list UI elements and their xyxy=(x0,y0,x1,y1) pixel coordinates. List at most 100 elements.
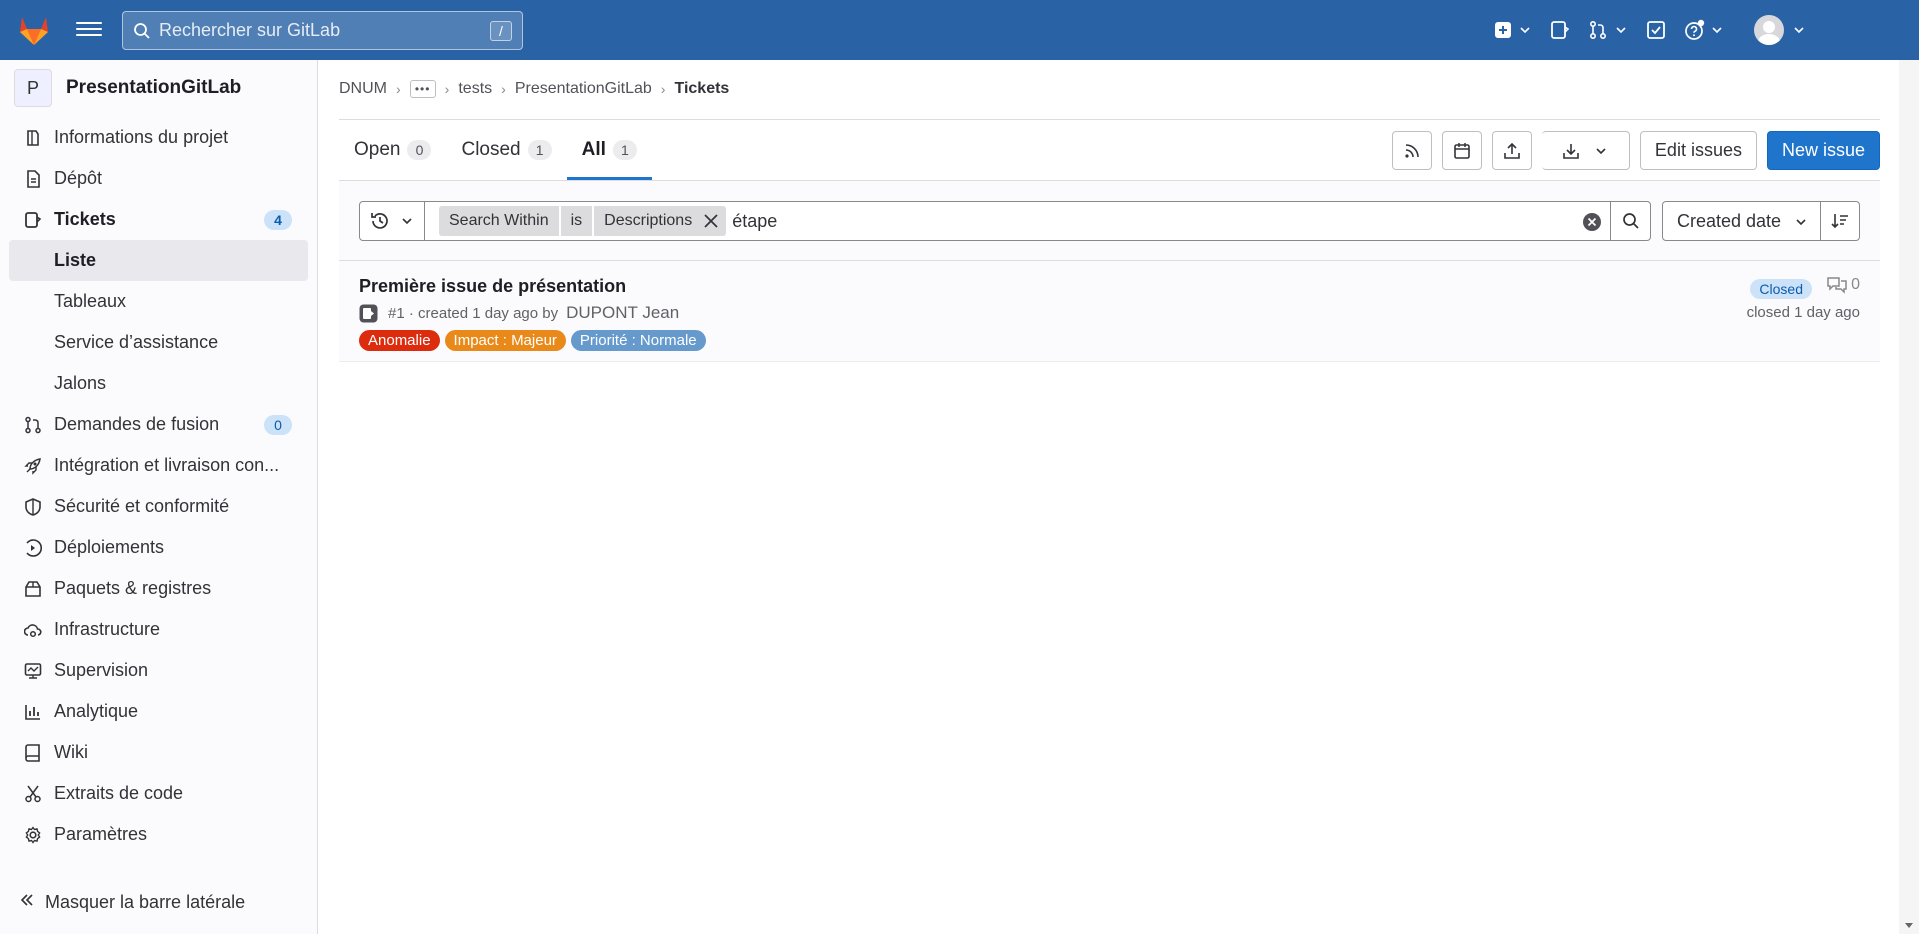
rocket-icon xyxy=(24,457,41,475)
chevron-down-icon xyxy=(1520,27,1530,34)
sidebar-item-analytics[interactable]: Analytique xyxy=(9,691,308,732)
rss-feed-button[interactable] xyxy=(1391,131,1432,170)
sort-field-dropdown[interactable]: Created date xyxy=(1662,201,1821,241)
monitor-icon xyxy=(24,662,42,679)
project-header[interactable]: P PresentationGitLab xyxy=(14,68,241,108)
download-icon xyxy=(1563,143,1580,159)
label-badge[interactable]: Anomalie xyxy=(359,330,440,351)
sidebar-item-infrastructure[interactable]: Infrastructure xyxy=(9,609,308,650)
breadcrumb-separator-icon: › xyxy=(501,81,506,97)
user-menu-button[interactable] xyxy=(1754,14,1806,46)
issue-title-link[interactable]: Première issue de présentation xyxy=(359,276,626,297)
filter-token-value-text: Descriptions xyxy=(604,212,693,229)
sidebar-item-list[interactable]: Liste xyxy=(9,240,308,281)
project-sidebar: P PresentationGitLab Informations du pro… xyxy=(0,60,318,934)
chevron-down-icon xyxy=(1616,27,1626,34)
sidebar-item-settings[interactable]: Paramètres xyxy=(9,814,308,855)
sidebar-item-boards[interactable]: Tableaux xyxy=(9,281,308,322)
breadcrumb-item[interactable]: DNUM xyxy=(339,80,387,98)
chevron-down-icon xyxy=(1712,27,1722,34)
breadcrumb-ellipsis-button[interactable]: ••• xyxy=(409,80,436,98)
sidebar-item-monitor[interactable]: Supervision xyxy=(9,650,308,691)
merge-requests-count-badge: 0 xyxy=(264,415,292,435)
import-issues-button[interactable] xyxy=(1491,131,1532,170)
gear-icon xyxy=(25,825,41,844)
scroll-down-arrow-icon[interactable] xyxy=(1905,923,1913,928)
clear-search-icon[interactable] xyxy=(1582,212,1602,232)
cloud-gear-icon xyxy=(24,623,42,637)
tab-count-badge: 0 xyxy=(407,140,432,160)
sidebar-item-service-desk[interactable]: Service d’assistance xyxy=(9,322,308,363)
remove-token-icon[interactable] xyxy=(702,212,720,230)
issues-count-badge: 4 xyxy=(264,210,292,230)
page-scrollbar[interactable] xyxy=(1899,60,1919,934)
label-badge[interactable]: Priorité : Normale xyxy=(570,330,706,351)
merge-request-icon xyxy=(25,416,41,433)
breadcrumb-item[interactable]: tests xyxy=(458,80,492,98)
sidebar-item-label: Paquets & registres xyxy=(54,578,212,598)
collapse-sidebar-label: Masquer la barre latérale xyxy=(45,892,246,912)
sidebar-item-packages[interactable]: Paquets & registres xyxy=(9,568,308,609)
issue-author-link[interactable]: DUPONT Jean xyxy=(566,303,679,323)
breadcrumb-separator-icon: › xyxy=(396,81,401,97)
issues-icon xyxy=(25,211,42,228)
book-icon xyxy=(25,743,40,762)
sidebar-item-merge-requests[interactable]: Demandes de fusion 0 xyxy=(9,404,308,445)
sidebar-item-wiki[interactable]: Wiki xyxy=(9,732,308,773)
label-badge[interactable]: Impact : Majeur xyxy=(444,330,566,351)
sidebar-item-snippets[interactable]: Extraits de code xyxy=(9,773,308,814)
sort-direction-button[interactable] xyxy=(1820,201,1860,241)
merge-requests-nav-button[interactable] xyxy=(1588,14,1628,46)
global-search-box[interactable]: / xyxy=(122,11,523,50)
filter-token-value[interactable]: Descriptions xyxy=(594,206,727,236)
todos-nav-button[interactable] xyxy=(1646,14,1666,46)
breadcrumb-current[interactable]: Tickets xyxy=(674,80,729,98)
sidebar-item-deployments[interactable]: Déploiements xyxy=(9,527,308,568)
calendar-icon xyxy=(1454,142,1470,159)
breadcrumb-item[interactable]: PresentationGitLab xyxy=(515,80,652,98)
issue-meta: #1 · created 1 day ago by DUPONT Jean xyxy=(359,303,679,323)
calendar-feed-button[interactable] xyxy=(1441,131,1482,170)
todo-check-icon xyxy=(1647,21,1665,39)
export-issues-button[interactable] xyxy=(1541,131,1630,170)
new-issue-button[interactable]: New issue xyxy=(1766,131,1880,170)
filter-bar: Search Within is Descriptions étape Crea… xyxy=(339,180,1880,261)
sidebar-item-milestones[interactable]: Jalons xyxy=(9,363,308,404)
tab-all[interactable]: All 1 xyxy=(566,120,653,180)
sidebar-item-security[interactable]: Sécurité et conformité xyxy=(9,486,308,527)
sidebar-item-ci-cd[interactable]: Intégration et livraison con... xyxy=(9,445,308,486)
edit-issues-button[interactable]: Edit issues xyxy=(1639,131,1757,170)
sidebar-item-project-info[interactable]: Informations du projet xyxy=(9,117,308,158)
sidebar-item-repository[interactable]: Dépôt xyxy=(9,158,308,199)
issue-comments-link[interactable]: 0 xyxy=(1827,276,1860,294)
issue-labels: Anomalie Impact : Majeur Priorité : Norm… xyxy=(359,330,711,351)
double-chevron-left-icon xyxy=(20,894,33,906)
submit-search-button[interactable] xyxy=(1610,201,1651,241)
filtered-search-input[interactable]: Search Within is Descriptions étape xyxy=(424,201,1611,241)
create-new-button[interactable] xyxy=(1494,14,1532,46)
plus-square-icon xyxy=(1495,22,1511,38)
top-navbar: / xyxy=(0,0,1919,60)
rss-icon xyxy=(1405,143,1419,158)
filter-token-name[interactable]: Search Within xyxy=(439,206,559,236)
sidebar-item-label: Wiki xyxy=(54,742,88,762)
sidebar-item-issues[interactable]: Tickets 4 xyxy=(9,199,308,240)
menu-hamburger-icon[interactable] xyxy=(76,18,102,42)
tab-open[interactable]: Open 0 xyxy=(339,120,446,180)
recent-searches-button[interactable] xyxy=(359,201,425,241)
deployments-icon xyxy=(26,538,42,557)
project-name: PresentationGitLab xyxy=(66,77,242,98)
issues-nav-button[interactable] xyxy=(1550,14,1570,46)
issue-row[interactable]: Première issue de présentation #1 · crea… xyxy=(339,261,1880,362)
sidebar-item-label: Intégration et livraison con... xyxy=(54,455,280,475)
collapse-sidebar-button[interactable]: Masquer la barre latérale xyxy=(19,892,245,913)
tab-closed[interactable]: Closed 1 xyxy=(446,120,566,180)
filter-token-operator[interactable]: is xyxy=(560,206,593,236)
help-nav-button[interactable] xyxy=(1684,14,1724,46)
tab-label: Open xyxy=(354,139,401,160)
breadcrumb-separator-icon: › xyxy=(660,81,666,97)
global-search-input[interactable] xyxy=(159,20,489,41)
issue-type-icon xyxy=(359,304,378,322)
gitlab-logo-icon[interactable] xyxy=(16,12,52,48)
tab-count-badge: 1 xyxy=(612,140,637,160)
